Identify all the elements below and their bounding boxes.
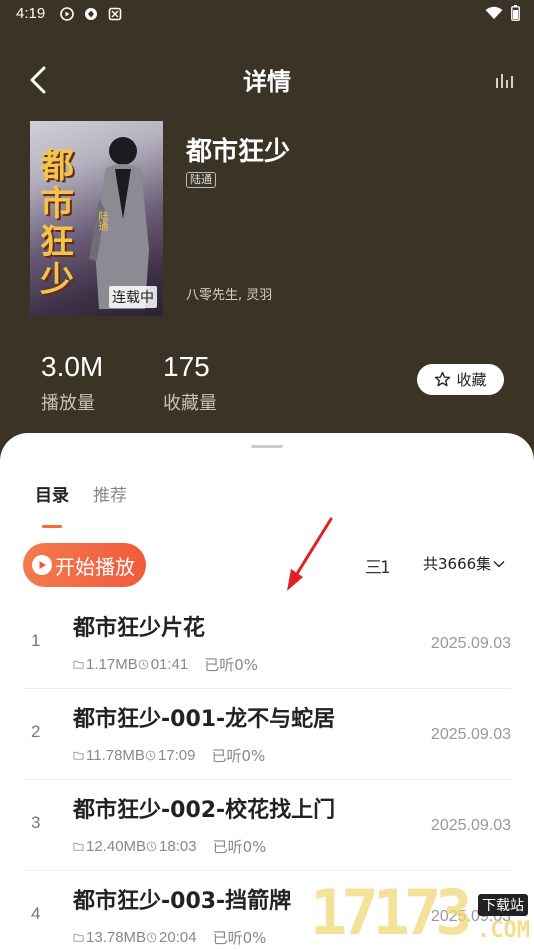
sheet-drag-handle[interactable]: [251, 445, 283, 448]
active-tab-indicator: [42, 525, 62, 528]
episode-date: 2025.09.03: [430, 635, 511, 652]
serial-status-badge: 连载中: [109, 286, 157, 308]
episode-range-selector[interactable]: 共3666集: [423, 553, 505, 574]
sort-order-button[interactable]: 三1: [365, 553, 390, 578]
header-bar: 详情: [0, 58, 534, 102]
episode-duration: 01:41: [150, 656, 189, 673]
episode-index: 3: [31, 813, 41, 832]
narrator-tag[interactable]: 陆通: [186, 172, 216, 188]
tab-recommend[interactable]: 推荐: [93, 481, 127, 506]
status-bar: 4:19: [0, 0, 534, 30]
folder-icon: [73, 842, 84, 851]
episode-row[interactable]: 3 都市狂少-002-校花找上门 12.40MB 18:03 已听0% 2025…: [24, 780, 511, 871]
episode-meta: 13.78MB 20:04 已听0%: [73, 927, 266, 948]
episode-meta: 11.78MB 17:09 已听0%: [73, 745, 265, 766]
episode-duration: 18:03: [159, 838, 197, 855]
episode-row[interactable]: 2 都市狂少-001-龙不与蛇居 11.78MB 17:09 已听0% 2025…: [24, 689, 511, 780]
episode-duration: 17:09: [157, 747, 196, 764]
episode-index: 1: [31, 631, 41, 650]
play-count-stat: 3.0M 播放量: [41, 351, 103, 415]
page-title: 详情: [243, 68, 291, 96]
favorite-count-stat: 175 收藏量: [163, 351, 217, 415]
episode-size: 13.78MB: [86, 929, 147, 946]
episode-title: 都市狂少-001-龙不与蛇居: [73, 707, 336, 732]
watermark-domain: .COM: [477, 918, 530, 943]
wifi-icon: [485, 6, 503, 19]
episode-index: 2: [31, 722, 41, 741]
clock-icon: [145, 750, 156, 761]
annotation-arrow-icon: [287, 517, 333, 591]
favorite-button[interactable]: 收藏: [417, 364, 504, 395]
media-play-icon: [60, 7, 74, 21]
clock-icon: [146, 841, 157, 852]
book-cover[interactable]: 都市狂少 陆通 连载中: [30, 121, 163, 316]
episode-row[interactable]: 1 都市狂少片花 1.17MB 01:41 已听0% 2025.09.03: [24, 598, 511, 689]
episode-date: 2025.09.03: [430, 726, 511, 743]
episode-meta: 12.40MB 18:03 已听0%: [73, 836, 266, 857]
play-count-value: 3.0M: [41, 351, 104, 382]
book-title: 都市狂少: [186, 137, 291, 167]
status-time: 4:19: [16, 5, 46, 22]
episode-size: 1.17MB: [86, 656, 138, 673]
episode-date: 2025.09.03: [430, 817, 511, 834]
play-count-label: 播放量: [41, 393, 95, 414]
favorite-count-value: 175: [163, 351, 210, 382]
episode-progress: 已听0%: [211, 747, 266, 765]
episode-title: 都市狂少片花: [73, 616, 206, 641]
episode-size: 12.40MB: [86, 838, 147, 855]
start-play-label: 开始播放: [55, 554, 135, 579]
folder-icon: [73, 751, 84, 760]
episode-meta: 1.17MB 01:41 已听0%: [73, 654, 258, 675]
episode-title: 都市狂少-002-校花找上门: [73, 798, 336, 823]
episode-progress: 已听0%: [212, 929, 267, 947]
battery-icon: [511, 5, 520, 21]
cover-title-calligraphy: 都市狂少: [40, 146, 74, 300]
chevron-down-icon: [493, 560, 505, 567]
episode-progress: 已听0%: [212, 838, 267, 856]
episode-size: 11.78MB: [86, 747, 145, 764]
cover-subtitle: 陆通: [96, 211, 107, 231]
app-notification-icon: [85, 8, 97, 20]
watermark-digits: 17173: [310, 876, 473, 949]
episode-index: 4: [31, 904, 41, 923]
folder-icon: [73, 660, 84, 669]
audio-bars-icon[interactable]: [494, 68, 516, 90]
episode-duration: 20:04: [159, 929, 197, 946]
book-authors: 八零先生, 灵羽: [186, 288, 273, 303]
favorite-count-label: 收藏量: [163, 393, 217, 414]
star-icon: [435, 371, 451, 387]
app-box-icon: [108, 7, 122, 21]
tab-catalog[interactable]: 目录: [35, 481, 69, 506]
clock-icon: [146, 932, 157, 943]
episode-count-label: 共3666集: [423, 555, 492, 573]
start-play-button[interactable]: 开始播放: [23, 543, 146, 587]
folder-icon: [73, 933, 84, 942]
clock-icon: [138, 659, 149, 670]
play-circle-icon: [32, 555, 52, 575]
site-watermark: 17173 下载站 .COM: [310, 868, 534, 950]
episode-title: 都市狂少-003-挡箭牌: [73, 889, 292, 914]
watermark-site-tag: 下载站: [478, 894, 528, 916]
favorite-button-label: 收藏: [456, 371, 487, 389]
episode-progress: 已听0%: [204, 656, 259, 674]
